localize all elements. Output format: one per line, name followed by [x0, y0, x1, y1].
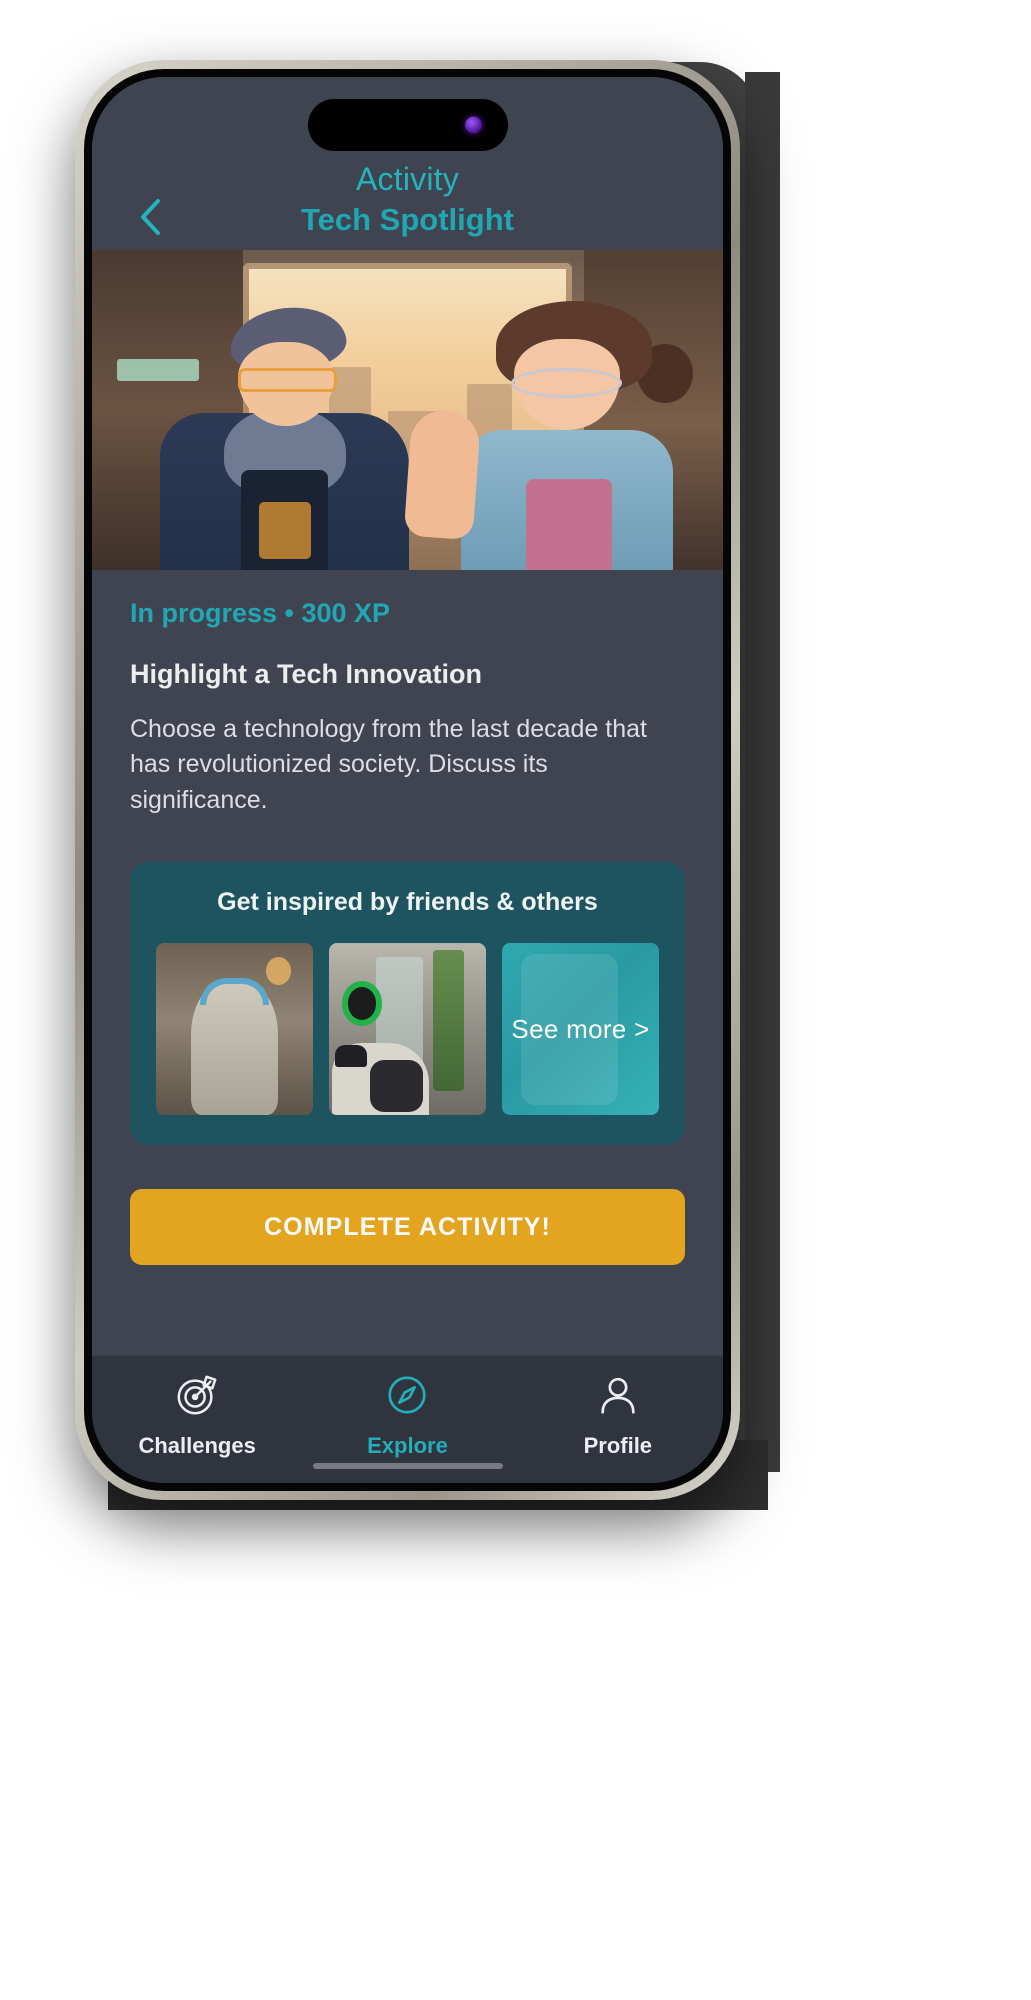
screenshot-stage: Activity Tech Spotlight In progress • 30… — [0, 0, 1031, 2000]
user-person-icon — [595, 1372, 641, 1423]
thumbnail-statue-headphones[interactable] — [156, 943, 313, 1116]
hero-character-woman — [445, 301, 697, 570]
hero-illustration — [92, 249, 723, 570]
activity-description: Choose a technology from the last decade… — [130, 714, 647, 814]
back-button[interactable] — [130, 197, 170, 237]
home-indicator — [312, 1463, 503, 1469]
status-badge: In progress • 300 XP — [130, 597, 391, 628]
inspiration-card: Get inspired by friends & others See mor… — [130, 862, 685, 1146]
see-more-label: See more > — [511, 1013, 650, 1044]
activity-body: In progress • 300 XP Highlight a Tech In… — [92, 569, 723, 1355]
thumbnail-person-wall-device[interactable] — [329, 943, 486, 1116]
backdrop-shadow-right — [745, 72, 780, 1472]
compass-icon — [384, 1372, 430, 1423]
tab-explore-label: Explore — [367, 1433, 448, 1458]
phone-bezel: Activity Tech Spotlight In progress • 30… — [84, 69, 731, 1491]
inspiration-thumbnail-row: See more > — [156, 943, 659, 1116]
target-dart-icon — [174, 1372, 220, 1423]
tab-challenges-label: Challenges — [138, 1433, 256, 1458]
hero-pointing-hand — [403, 407, 482, 541]
cta-container: COMPLETE ACTIVITY! — [92, 1145, 723, 1266]
header-titles: Activity Tech Spotlight — [114, 161, 701, 238]
phone-screen: Activity Tech Spotlight In progress • 30… — [92, 77, 723, 1483]
see-more-tile[interactable]: See more > — [502, 943, 659, 1116]
activity-title: Highlight a Tech Innovation — [130, 658, 482, 689]
front-camera-icon — [464, 116, 482, 134]
tab-profile-label: Profile — [583, 1433, 653, 1458]
tab-profile[interactable]: Profile — [514, 1372, 722, 1459]
inspiration-title: Get inspired by friends & others — [217, 888, 598, 917]
dynamic-island — [307, 99, 508, 151]
chevron-left-icon — [137, 197, 163, 237]
tab-explore[interactable]: Explore — [303, 1372, 511, 1459]
hero-character-man — [142, 301, 432, 570]
page-subtitle: Tech Spotlight — [301, 201, 514, 237]
phone-device-frame: Activity Tech Spotlight In progress • 30… — [75, 60, 740, 1500]
page-title: Activity — [356, 161, 459, 197]
complete-activity-button[interactable]: COMPLETE ACTIVITY! — [130, 1189, 685, 1266]
tab-challenges[interactable]: Challenges — [93, 1372, 301, 1459]
